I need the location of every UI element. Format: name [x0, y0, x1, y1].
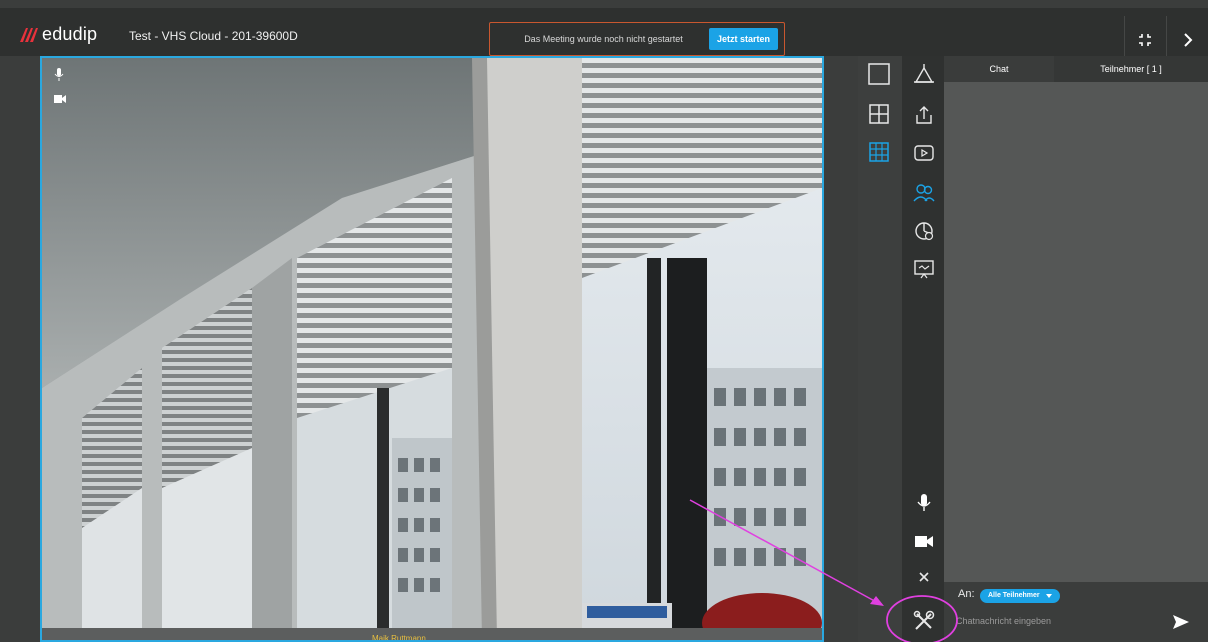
- fullscreen-icon: [1138, 34, 1151, 46]
- recipient-value: Alle Teilnehmer: [988, 592, 1040, 599]
- chat-footer: An: Alle Teilnehmer: [944, 582, 1208, 642]
- tools-toolbar: [902, 56, 944, 642]
- poll-icon[interactable]: [911, 218, 937, 244]
- chevron-down-icon: [1045, 594, 1052, 598]
- grid-view-icon[interactable]: [867, 140, 891, 164]
- tab-participants[interactable]: Teilnehmer [ 1 ]: [1054, 56, 1208, 82]
- chat-message-input[interactable]: [956, 612, 1166, 630]
- meeting-status-box: Das Meeting wurde noch nicht gestartet J…: [489, 22, 785, 56]
- video-frame-image: [42, 58, 822, 640]
- camera-status-icon: [54, 95, 66, 103]
- upload-icon[interactable]: [911, 102, 937, 128]
- microphone-icon[interactable]: [911, 490, 937, 516]
- video-play-icon[interactable]: [911, 140, 937, 166]
- recipient-select[interactable]: Alle Teilnehmer: [980, 589, 1060, 603]
- screen-share-icon[interactable]: [911, 256, 937, 282]
- edudip-meeting-app: edudip Test - VHS Cloud - 201-39600D Das…: [0, 0, 1208, 642]
- participants-icon[interactable]: [911, 180, 937, 206]
- start-meeting-button[interactable]: Jetzt starten: [708, 28, 778, 50]
- chat-messages-area: [944, 82, 1208, 582]
- top-bar: edudip Test - VHS Cloud - 201-39600D Das…: [0, 8, 1208, 64]
- meeting-title: Test - VHS Cloud - 201-39600D: [129, 29, 298, 43]
- microphone-status-icon: [54, 68, 64, 81]
- participant-video[interactable]: Maik Ruttmann: [40, 56, 824, 642]
- meeting-status-text: Das Meeting wurde noch nicht gestartet: [524, 34, 683, 44]
- recipient-label: An:: [958, 588, 975, 600]
- logo-text: edudip: [42, 24, 98, 44]
- edudip-logo: edudip: [18, 24, 97, 45]
- send-icon[interactable]: [1170, 612, 1192, 632]
- chat-panel: Chat Teilnehmer [ 1 ] An: Alle Teilnehme…: [944, 56, 1208, 642]
- tools-icon[interactable]: [911, 608, 937, 634]
- participant-name-label: Maik Ruttmann: [372, 634, 426, 642]
- quad-view-icon[interactable]: [867, 102, 891, 126]
- tab-chat[interactable]: Chat: [944, 56, 1054, 82]
- whiteboard-icon[interactable]: [911, 62, 937, 88]
- layout-toolbar: [858, 56, 902, 642]
- camera-icon[interactable]: [911, 528, 937, 554]
- close-icon[interactable]: [911, 564, 937, 590]
- single-view-icon[interactable]: [867, 62, 891, 86]
- edudip-logo-mark-icon: [20, 27, 38, 42]
- chevron-right-icon: [1183, 33, 1192, 47]
